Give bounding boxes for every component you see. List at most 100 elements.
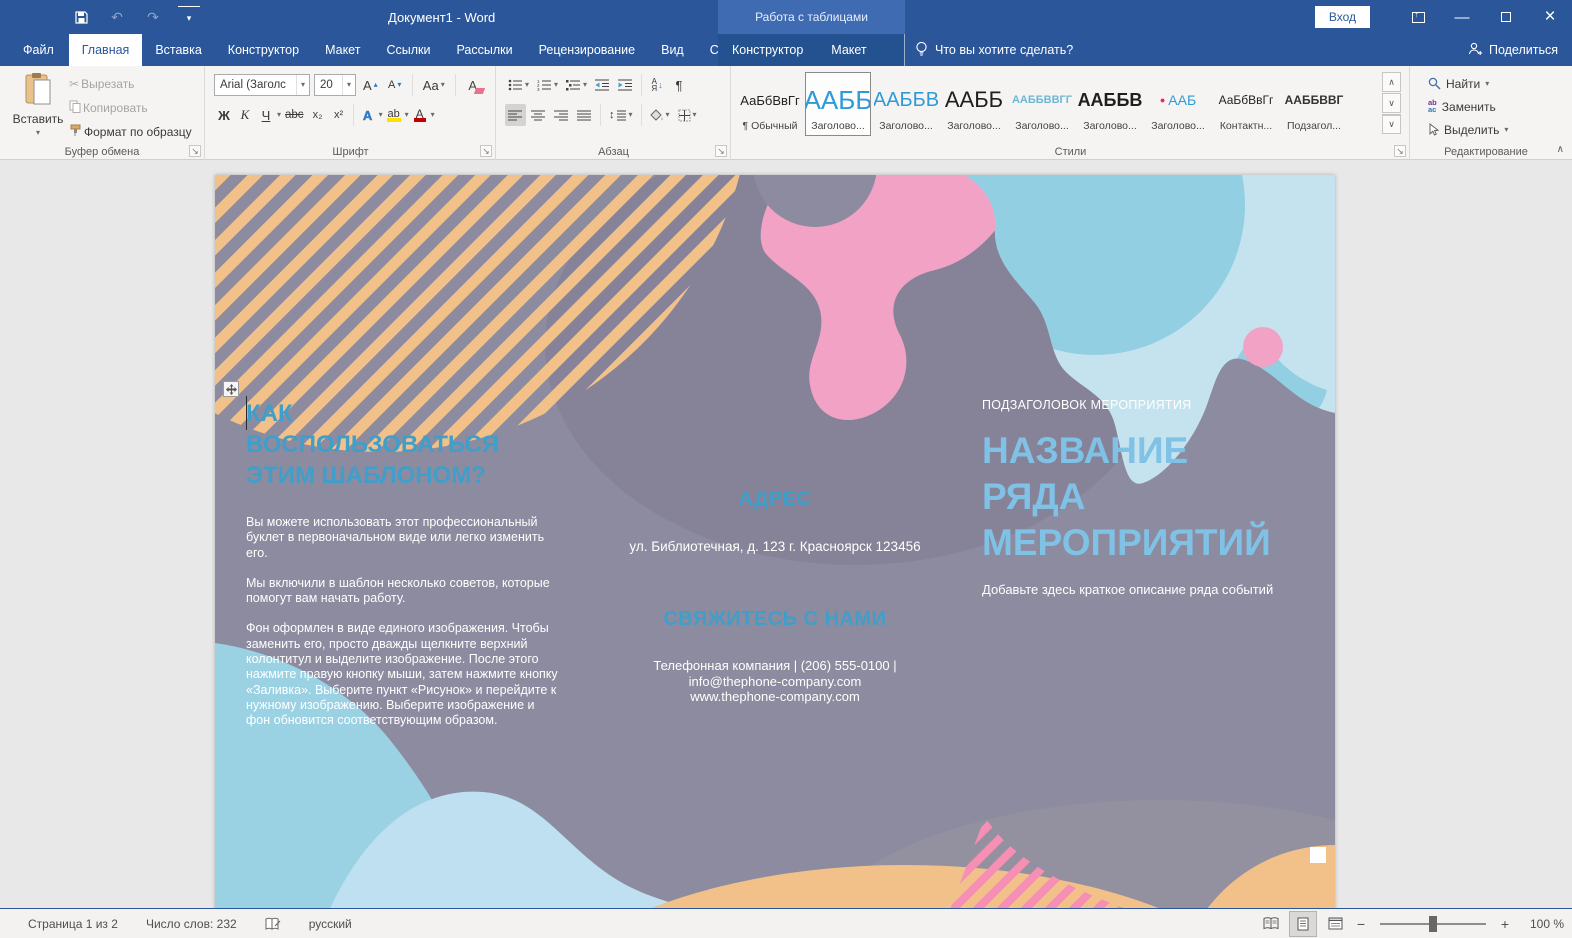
text-effects-button[interactable]: А	[358, 104, 378, 126]
multilevel-list-button[interactable]: ▾	[563, 74, 590, 96]
highlight-dropdown-icon[interactable]: ▾	[405, 111, 409, 119]
share-button[interactable]: Поделиться	[1468, 34, 1558, 66]
strikethrough-button[interactable]: abc	[282, 104, 307, 126]
text-effects-dropdown-icon[interactable]: ▾	[379, 111, 383, 119]
table-resize-handle[interactable]	[1310, 847, 1326, 863]
style-card-heading5[interactable]: ААББВ Заголово...	[1077, 72, 1143, 136]
style-card-heading6[interactable]: ● ААБ Заголово...	[1145, 72, 1211, 136]
style-card-normal[interactable]: АаБбВвГг ¶ Обычный	[737, 72, 803, 136]
cut-button[interactable]: ✂ Вырезать	[66, 74, 195, 94]
zoom-slider[interactable]	[1380, 923, 1486, 925]
brochure-paragraph[interactable]: Фон оформлен в виде единого изображения.…	[246, 621, 562, 728]
ribbon-display-options-icon[interactable]	[1396, 0, 1440, 34]
style-card-heading2[interactable]: ААББВ Заголово...	[873, 72, 939, 136]
bold-button[interactable]: Ж	[214, 104, 234, 126]
sign-in-button[interactable]: Вход	[1315, 6, 1370, 28]
font-size-dropdown-icon[interactable]: ▾	[342, 75, 355, 95]
event-subtitle[interactable]: ПОДЗАГОЛОВОК МЕРОПРИЯТИЯ	[982, 398, 1312, 412]
close-icon[interactable]: ×	[1528, 0, 1572, 34]
copy-button[interactable]: Копировать	[66, 98, 195, 118]
shading-button[interactable]: ▾	[647, 104, 673, 126]
justify-button[interactable]	[574, 104, 595, 126]
tab-insert[interactable]: Вставка	[142, 34, 214, 66]
proofing-icon[interactable]	[255, 917, 291, 931]
tab-home[interactable]: Главная	[69, 34, 143, 66]
brochure-middle-column[interactable]: АДРЕС ул. Библиотечная, д. 123 г. Красно…	[610, 175, 940, 908]
paste-dropdown-icon[interactable]: ▾	[36, 129, 40, 137]
tab-review[interactable]: Рецензирование	[526, 34, 649, 66]
select-button[interactable]: Выделить▾	[1425, 119, 1511, 140]
font-name-dropdown-icon[interactable]: ▾	[296, 75, 309, 95]
style-card-subtitle[interactable]: ААББВВГ Подзагол...	[1281, 72, 1347, 136]
font-color-button[interactable]: А	[410, 104, 430, 126]
tell-me-box[interactable]: Что вы хотите сделать?	[915, 34, 1073, 66]
contact-heading[interactable]: СВЯЖИТЕСЬ С НАМИ	[610, 608, 940, 631]
format-painter-button[interactable]: Формат по образцу	[66, 122, 195, 142]
collapse-ribbon-icon[interactable]: ∧	[1557, 144, 1564, 155]
zoom-in-button[interactable]: +	[1498, 916, 1512, 932]
brochure-left-heading[interactable]: КАК ВОСПОЛЬЗОВАТЬСЯ ЭТИМ ШАБЛОНОМ?	[246, 398, 526, 491]
table-move-handle-icon[interactable]	[223, 381, 239, 397]
style-card-heading1[interactable]: ААББ Заголово...	[805, 72, 871, 136]
tab-table-layout[interactable]: Макет	[817, 34, 880, 66]
borders-button[interactable]: ▾	[675, 104, 700, 126]
superscript-button[interactable]: x²	[329, 104, 349, 126]
style-card-contact[interactable]: АаБбВвГг Контактн...	[1213, 72, 1279, 136]
brochure-paragraph[interactable]: Вы можете использовать этот профессионал…	[246, 515, 562, 561]
zoom-out-button[interactable]: −	[1354, 916, 1368, 932]
subscript-button[interactable]: x₂	[308, 104, 328, 126]
change-case-button[interactable]: Аа▾	[420, 74, 448, 96]
page-indicator[interactable]: Страница 1 из 2	[18, 917, 128, 931]
replace-button[interactable]: abac Заменить	[1425, 96, 1511, 117]
read-mode-icon[interactable]	[1258, 912, 1284, 936]
increase-indent-button[interactable]	[615, 74, 636, 96]
show-paragraph-marks-button[interactable]: ¶	[669, 74, 689, 96]
font-color-dropdown-icon[interactable]: ▾	[431, 111, 435, 119]
brochure-paragraph[interactable]: Мы включили в шаблон несколько советов, …	[246, 576, 562, 607]
event-description[interactable]: Добавьте здесь краткое описание ряда соб…	[982, 582, 1312, 597]
tab-design[interactable]: Конструктор	[215, 34, 312, 66]
tab-mailings[interactable]: Рассылки	[443, 34, 525, 66]
styles-more-icon[interactable]: ∨	[1382, 114, 1401, 134]
find-button[interactable]: Найти▾	[1425, 73, 1511, 94]
tab-view[interactable]: Вид	[648, 34, 697, 66]
word-count[interactable]: Число слов: 232	[136, 917, 247, 931]
address-heading[interactable]: АДРЕС	[610, 488, 940, 511]
font-dialog-launcher-icon[interactable]: ↘	[480, 145, 492, 157]
grow-font-button[interactable]: А▴	[360, 74, 381, 96]
shrink-font-button[interactable]: А▾	[385, 74, 405, 96]
underline-dropdown-icon[interactable]: ▾	[277, 111, 281, 119]
style-card-heading3[interactable]: ААББ Заголово...	[941, 72, 1007, 136]
language-indicator[interactable]: русский	[299, 917, 362, 931]
align-left-button[interactable]	[505, 104, 526, 126]
sort-button[interactable]: АЯ↓	[647, 74, 667, 96]
tab-file[interactable]: Файл	[8, 34, 69, 66]
contact-text[interactable]: Телефонная компания | (206) 555-0100 | i…	[610, 658, 940, 705]
clipboard-dialog-launcher-icon[interactable]: ↘	[189, 145, 201, 157]
paste-button[interactable]: Вставить ▾	[12, 72, 64, 144]
maximize-icon[interactable]	[1484, 0, 1528, 34]
paragraph-dialog-launcher-icon[interactable]: ↘	[715, 145, 727, 157]
tab-layout[interactable]: Макет	[312, 34, 373, 66]
tab-references[interactable]: Ссылки	[373, 34, 443, 66]
align-center-button[interactable]	[528, 104, 549, 126]
zoom-level[interactable]: 100 %	[1518, 917, 1564, 931]
highlight-button[interactable]: ab	[384, 104, 404, 126]
save-icon[interactable]	[70, 6, 92, 28]
redo-icon[interactable]: ↷	[142, 6, 164, 28]
styles-scroll-up-icon[interactable]: ∧	[1382, 72, 1401, 92]
tab-table-design[interactable]: Конструктор	[718, 34, 817, 66]
minimize-icon[interactable]: —	[1440, 0, 1484, 34]
italic-button[interactable]: К	[235, 104, 255, 126]
clear-formatting-button[interactable]: А	[463, 74, 483, 96]
address-text[interactable]: ул. Библиотечная, д. 123 г. Красноярск 1…	[610, 539, 940, 554]
document-workspace[interactable]: КАК ВОСПОЛЬЗОВАТЬСЯ ЭТИМ ШАБЛОНОМ? Вы мо…	[0, 160, 1572, 908]
font-name-combo[interactable]: Arial (Заголс ▾	[214, 74, 310, 96]
styles-dialog-launcher-icon[interactable]: ↘	[1394, 145, 1406, 157]
numbering-button[interactable]: 123 ▾	[534, 74, 561, 96]
print-layout-icon[interactable]	[1290, 912, 1316, 936]
decrease-indent-button[interactable]	[592, 74, 613, 96]
web-layout-icon[interactable]	[1322, 912, 1348, 936]
undo-icon[interactable]: ↶	[106, 6, 128, 28]
font-size-combo[interactable]: 20 ▾	[314, 74, 356, 96]
